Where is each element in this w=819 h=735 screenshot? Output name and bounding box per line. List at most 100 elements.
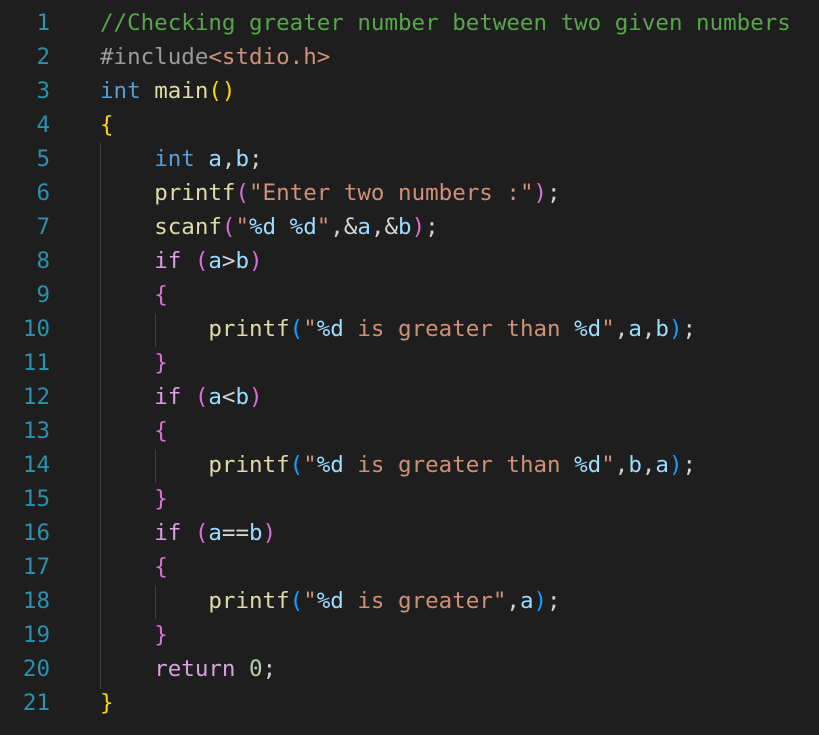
code-token: %d (289, 214, 317, 240)
code-text[interactable]: { (100, 550, 168, 584)
code-token: " (316, 214, 331, 240)
code-line[interactable]: 16 if (a==b) (0, 516, 819, 550)
line-number: 8 (36, 248, 50, 274)
code-text[interactable]: printf("%d is greater than %d",b,a); (100, 448, 696, 482)
code-text[interactable]: } (100, 482, 168, 516)
code-line[interactable]: 6 printf("Enter two numbers :"); (0, 176, 819, 210)
code-token: b (655, 316, 669, 342)
code-token: printf (208, 452, 290, 478)
code-line[interactable]: 21} (0, 686, 819, 720)
line-number: 3 (36, 78, 50, 104)
code-token: "Enter two numbers :" (249, 180, 534, 206)
code-text[interactable]: { (100, 414, 168, 448)
line-number: 18 (22, 588, 50, 614)
code-text[interactable]: if (a>b) (100, 244, 262, 278)
code-token: a (208, 384, 222, 410)
code-token: int (100, 78, 141, 104)
code-token: 0 (249, 656, 263, 682)
code-line[interactable]: 19 } (0, 618, 819, 652)
indent-guide-if2 (155, 449, 156, 483)
code-line[interactable]: 15 } (0, 482, 819, 516)
code-token: { (154, 554, 168, 580)
code-token: a (519, 588, 534, 614)
code-token: printf (208, 588, 290, 614)
line-number: 13 (22, 418, 50, 444)
code-line[interactable]: 20 return 0; (0, 652, 819, 686)
code-token: { (100, 112, 114, 138)
code-line[interactable]: 13 { (0, 414, 819, 448)
indent-guide-outer (100, 143, 101, 689)
line-number: 15 (22, 486, 50, 512)
code-token: int (154, 146, 195, 172)
code-text[interactable]: return 0; (100, 652, 276, 686)
code-token: ; (547, 588, 561, 614)
code-token: ; (249, 146, 263, 172)
code-editor[interactable]: 1 //Checking greater number between two g… (0, 0, 819, 735)
code-token: > (221, 248, 236, 274)
code-line[interactable]: 18 printf("%d is greater",a); (0, 584, 819, 618)
code-line[interactable]: 7 scanf("%d %d",&a,&b); (0, 210, 819, 244)
code-text[interactable]: if (a==b) (100, 516, 276, 550)
code-token: , (641, 316, 656, 342)
code-text[interactable]: printf("%d is greater than %d",a,b); (100, 312, 696, 346)
code-token: if (154, 384, 182, 410)
line-number: 19 (22, 622, 50, 648)
code-line[interactable]: 4{ (0, 108, 819, 142)
code-line[interactable]: 14 printf("%d is greater than %d",b,a); (0, 448, 819, 482)
code-line[interactable]: 2 #include<stdio.h> (0, 40, 819, 74)
code-token: #include (100, 44, 209, 70)
code-line[interactable]: 3 int main() (0, 74, 819, 108)
line-number: 9 (36, 282, 50, 308)
code-line[interactable]: 10 printf("%d is greater than %d",a,b); (0, 312, 819, 346)
code-text[interactable]: int main() (100, 74, 235, 108)
code-text[interactable]: } (100, 346, 168, 380)
code-token: b (398, 214, 412, 240)
code-token: { (154, 282, 168, 308)
code-token: } (154, 486, 168, 512)
code-token: b (628, 452, 642, 478)
code-text[interactable]: printf("%d is greater",a); (100, 584, 561, 618)
code-line[interactable]: 9 { (0, 278, 819, 312)
line-number: 16 (22, 520, 50, 546)
code-token: ; (425, 214, 439, 240)
code-token: printf (154, 180, 236, 206)
code-text[interactable]: if (a<b) (100, 380, 262, 414)
code-token: ( (194, 384, 209, 410)
line-number: 10 (22, 316, 50, 342)
line-number: 17 (22, 554, 50, 580)
code-text[interactable]: } (100, 686, 114, 720)
code-line[interactable]: 11 } (0, 346, 819, 380)
code-token: ) (668, 452, 683, 478)
code-line[interactable]: 12 if (a<b) (0, 380, 819, 414)
code-token: , (614, 452, 629, 478)
code-text[interactable]: { (100, 278, 168, 312)
code-line[interactable]: 17 { (0, 550, 819, 584)
line-number: 7 (36, 214, 50, 240)
line-number: 4 (36, 112, 50, 138)
code-token: a (628, 316, 642, 342)
code-line[interactable]: 5 int a,b; (0, 142, 819, 176)
code-text[interactable]: } (100, 618, 168, 652)
code-token: is greater than (343, 316, 575, 342)
code-token: %d (249, 214, 277, 240)
code-text[interactable]: scanf("%d %d",&a,&b); (100, 210, 439, 244)
line-number: 6 (36, 180, 50, 206)
code-text[interactable]: #include<stdio.h> (100, 40, 330, 74)
code-line[interactable]: 1 //Checking greater number between two g… (0, 6, 819, 40)
code-text[interactable]: { (100, 108, 114, 142)
code-token: a (208, 520, 222, 546)
code-token: is greater" (343, 588, 507, 614)
code-token: if (154, 248, 182, 274)
code-text[interactable]: printf("Enter two numbers :"); (100, 176, 560, 210)
code-token: , (614, 316, 629, 342)
code-line[interactable]: 8 if (a>b) (0, 244, 819, 278)
code-token: main (154, 78, 209, 104)
code-text[interactable]: //Checking greater number between two gi… (100, 6, 791, 40)
code-text[interactable]: int a,b; (100, 142, 263, 176)
